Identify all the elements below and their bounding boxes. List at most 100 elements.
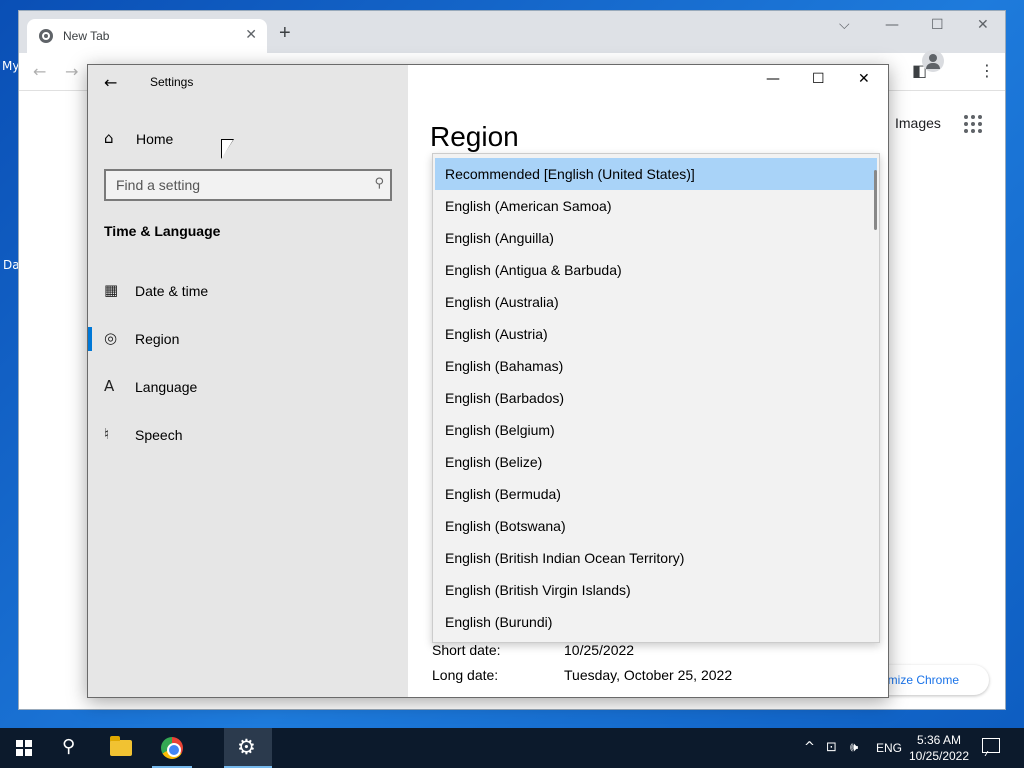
- region-option[interactable]: Recommended [English (United States)]: [435, 158, 877, 190]
- region-option-label: English (British Virgin Islands): [445, 582, 631, 598]
- long-date-label: Long date:: [432, 667, 499, 683]
- back-arrow-icon[interactable]: ←: [104, 73, 117, 92]
- search-icon: ⚲: [374, 176, 384, 191]
- region-option[interactable]: English (Bahamas): [435, 350, 877, 382]
- maximize-button[interactable]: ☐: [812, 71, 825, 87]
- region-option-label: English (Australia): [445, 294, 559, 310]
- windows-logo-icon: [16, 740, 32, 756]
- clock-date: 10/25/2022: [908, 749, 970, 763]
- calendar-clock-icon: ▦: [104, 281, 119, 299]
- region-option-label: English (Bermuda): [445, 486, 561, 502]
- globe-icon: ◎: [104, 329, 118, 347]
- minimize-button[interactable]: —: [766, 71, 780, 87]
- region-option-label: English (Bahamas): [445, 358, 564, 374]
- google-apps-icon[interactable]: [964, 115, 982, 133]
- home-icon: ⌂: [104, 129, 114, 147]
- find-setting-search[interactable]: ⚲: [104, 169, 392, 201]
- sidebar-item-label: Date & time: [135, 283, 209, 299]
- region-option-label: Recommended [English (United States)]: [445, 166, 695, 182]
- taskbar: ⚲ ⚙ ^ ⊡ 🕪 ENG 5:36 AM 10/25/2022: [0, 728, 1024, 768]
- region-option-label: English (Burundi): [445, 614, 553, 630]
- customize-chrome-label: omize Chrome: [881, 673, 960, 687]
- mouse-cursor-fill: [222, 140, 233, 158]
- region-option[interactable]: English (Botswana): [435, 510, 877, 542]
- section-heading: Time & Language: [104, 223, 221, 239]
- gear-icon: ⚙: [237, 735, 256, 759]
- region-option-label: English (Barbados): [445, 390, 565, 406]
- images-link[interactable]: Images: [895, 115, 941, 131]
- region-option[interactable]: English (Belgium): [435, 414, 877, 446]
- region-option-label: English (Belize): [445, 454, 543, 470]
- region-option-label: English (American Samoa): [445, 198, 612, 214]
- input-language[interactable]: ENG: [876, 741, 902, 755]
- region-option-label: English (Antigua & Barbuda): [445, 262, 622, 278]
- taskbar-file-explorer[interactable]: [98, 728, 146, 768]
- region-option-label: English (Botswana): [445, 518, 566, 534]
- desktop-icon-label[interactable]: My: [2, 59, 19, 73]
- sidebar-item-label: Region: [135, 331, 180, 347]
- search-input[interactable]: [116, 177, 356, 193]
- tab-search-icon[interactable]: ⌵: [839, 17, 850, 33]
- taskbar-chrome[interactable]: [148, 728, 196, 768]
- clock-time: 5:36 AM: [916, 733, 962, 747]
- start-button[interactable]: [0, 728, 48, 768]
- notifications-icon[interactable]: [982, 738, 1000, 753]
- region-option[interactable]: English (American Samoa): [435, 190, 877, 222]
- taskbar-search-button[interactable]: ⚲: [48, 728, 96, 768]
- tab-title: New Tab: [63, 29, 110, 43]
- sidebar-item-label: Speech: [135, 427, 183, 443]
- chrome-favicon-icon: [39, 29, 53, 43]
- region-option-label: English (British Indian Ocean Territory): [445, 550, 685, 566]
- settings-main-pane: — ☐ ✕ Region English (Burundi) English (B…: [408, 65, 888, 697]
- region-option[interactable]: English (Antigua & Barbuda): [435, 254, 877, 286]
- region-option-label: English (Belgium): [445, 422, 555, 438]
- tray-chevron-icon[interactable]: ^: [804, 740, 815, 755]
- taskbar-clock[interactable]: 5:36 AM 10/25/2022: [906, 732, 972, 764]
- sidebar-item-date-time[interactable]: ▦ Date & time: [88, 271, 408, 311]
- region-dropdown-list[interactable]: English (Burundi) English (British Virgin…: [432, 153, 880, 643]
- network-icon[interactable]: ⊡: [826, 740, 837, 755]
- long-date-value: Tuesday, October 25, 2022: [564, 667, 733, 683]
- sidebar-item-label: Language: [135, 379, 198, 395]
- microphone-icon: ♮: [104, 425, 110, 443]
- tab-close-icon[interactable]: ✕: [245, 26, 257, 43]
- sidebar-item-language[interactable]: A Language: [88, 367, 408, 407]
- chrome-tab-strip: New Tab ✕ + ⌵ — ☐ ✕: [19, 11, 1005, 53]
- region-option[interactable]: English (Barbados): [435, 382, 877, 414]
- volume-icon[interactable]: 🕪: [850, 740, 858, 755]
- region-option-label: English (Austria): [445, 326, 548, 342]
- chrome-minimize-button[interactable]: —: [885, 17, 899, 33]
- app-title: Settings: [150, 75, 194, 89]
- taskbar-settings[interactable]: ⚙: [224, 728, 272, 768]
- forward-arrow-icon[interactable]: →: [65, 62, 78, 81]
- region-option[interactable]: English (Belize): [435, 446, 877, 478]
- settings-window: ← Settings ⌂ Home ⚲ Time & Language ▦ Da…: [87, 64, 889, 698]
- sidebar-item-region[interactable]: ◎ Region: [88, 319, 408, 359]
- back-arrow-icon[interactable]: ←: [33, 62, 46, 81]
- short-date-value: 10/25/2022: [564, 642, 635, 658]
- sidebar-item-speech[interactable]: ♮ Speech: [88, 415, 408, 455]
- region-option[interactable]: English (Anguilla): [435, 222, 877, 254]
- profile-avatar-icon[interactable]: [922, 50, 944, 72]
- new-tab-button[interactable]: +: [279, 23, 291, 43]
- page-title: Region: [430, 121, 519, 152]
- region-option[interactable]: English (Burundi): [435, 606, 877, 638]
- region-option[interactable]: English (British Virgin Islands): [435, 574, 877, 606]
- chrome-icon: [161, 737, 183, 759]
- chrome-close-button[interactable]: ✕: [977, 17, 989, 33]
- search-icon: ⚲: [62, 736, 76, 757]
- folder-icon: [110, 736, 132, 756]
- region-option[interactable]: English (Bermuda): [435, 478, 877, 510]
- chrome-maximize-button[interactable]: ☐: [931, 17, 944, 33]
- region-option[interactable]: English (British Indian Ocean Territory): [435, 542, 877, 574]
- short-date-label: Short date:: [432, 642, 501, 658]
- home-label: Home: [136, 131, 174, 147]
- dropdown-scrollbar[interactable]: [874, 170, 877, 230]
- close-button[interactable]: ✕: [858, 71, 870, 87]
- chrome-menu-icon[interactable]: ⋮: [979, 61, 995, 80]
- chrome-tab-new-tab[interactable]: New Tab ✕: [27, 19, 267, 53]
- region-option[interactable]: English (Austria): [435, 318, 877, 350]
- settings-sidebar: ← Settings ⌂ Home ⚲ Time & Language ▦ Da…: [88, 65, 408, 697]
- language-icon: A: [104, 377, 115, 395]
- region-option[interactable]: English (Australia): [435, 286, 877, 318]
